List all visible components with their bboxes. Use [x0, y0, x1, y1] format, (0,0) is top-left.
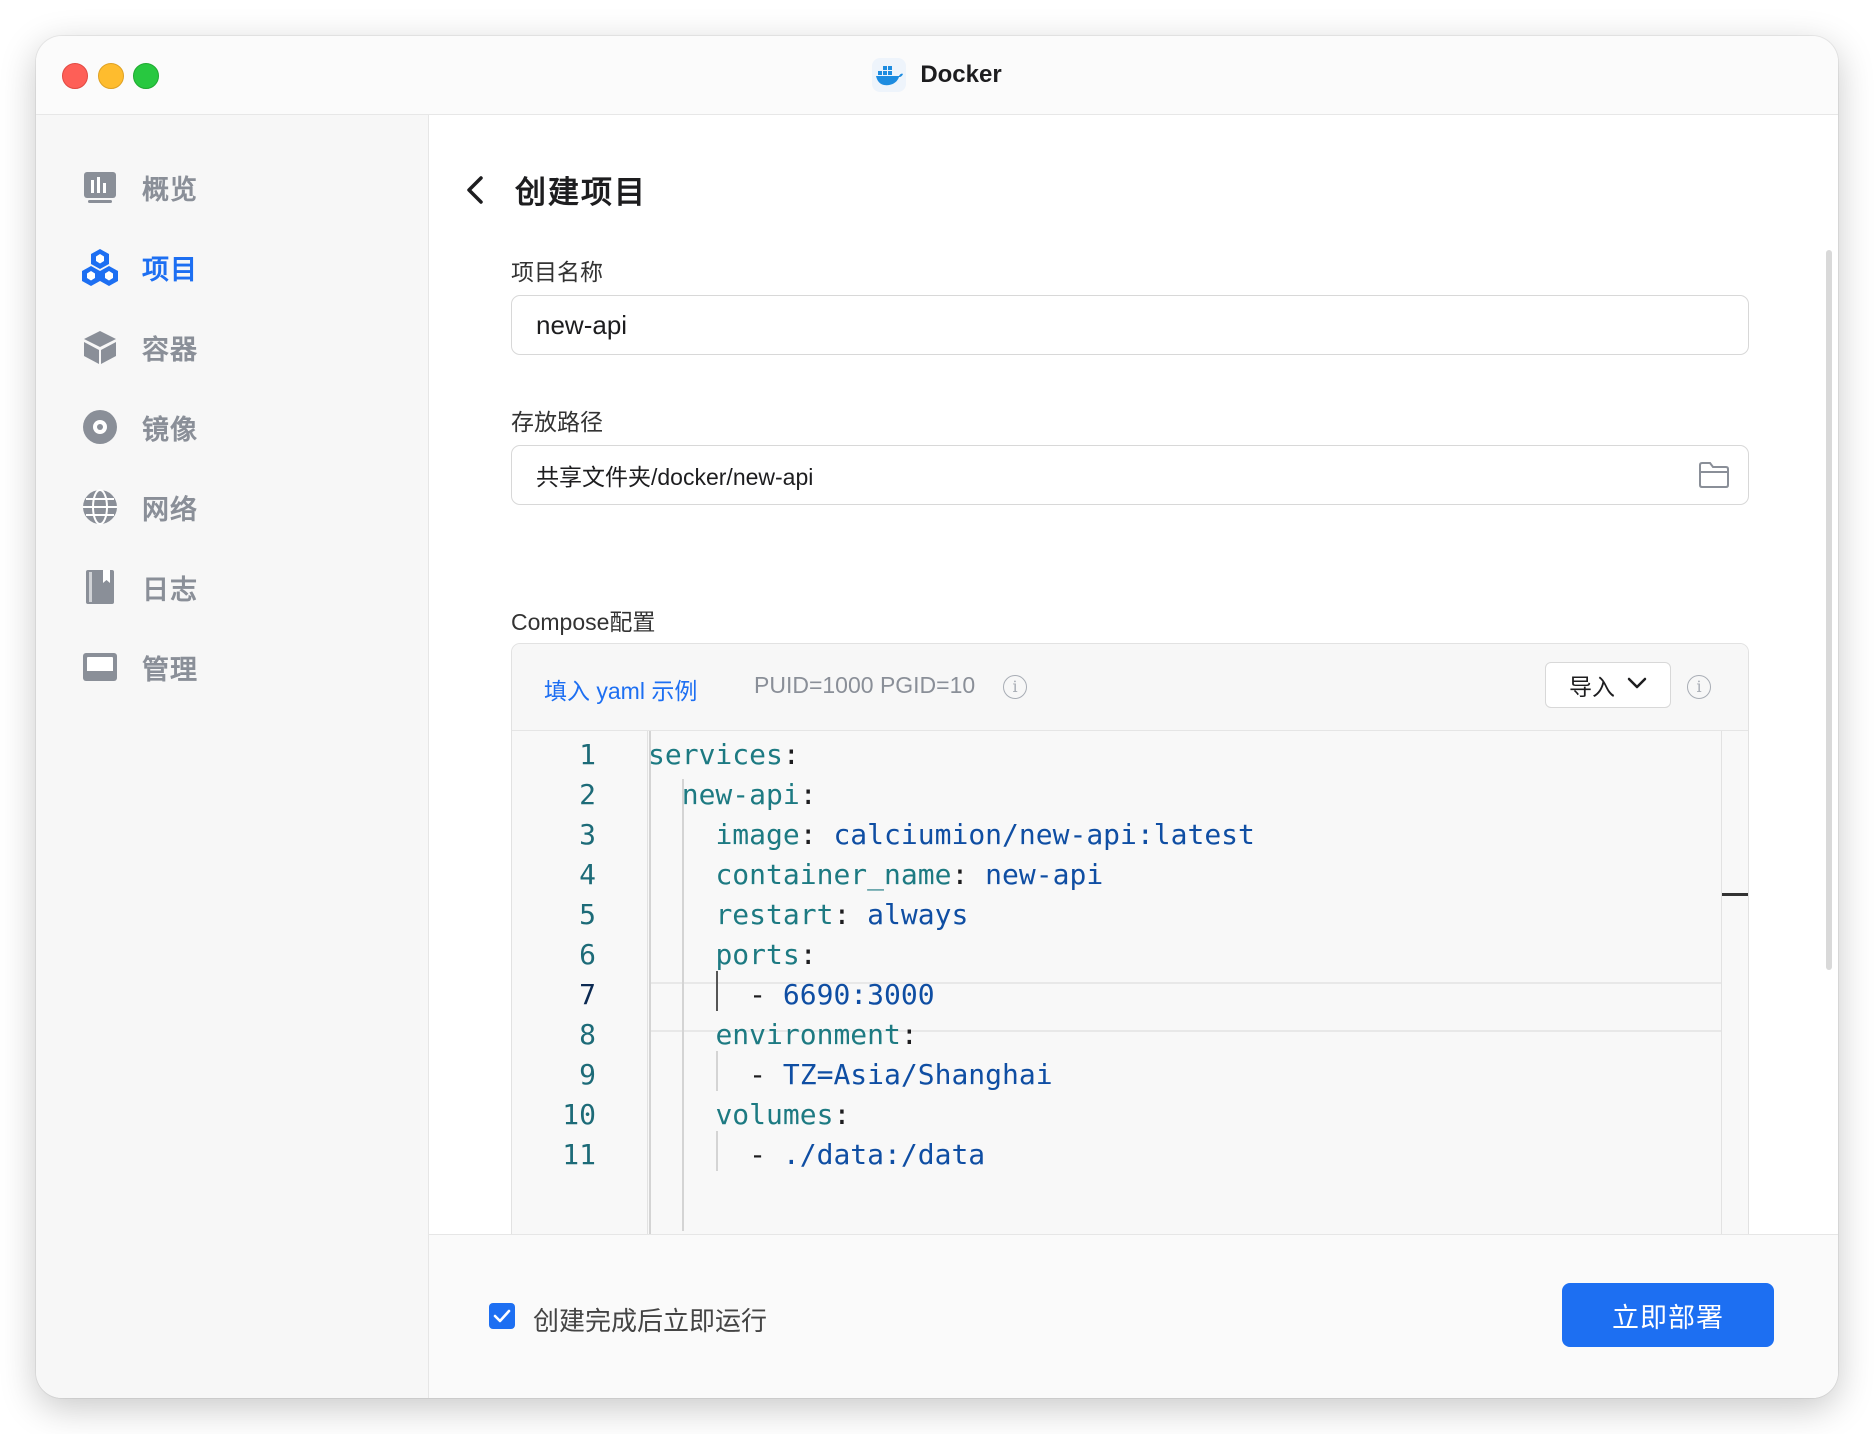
folder-icon[interactable]	[1698, 460, 1730, 490]
back-button[interactable]	[457, 172, 493, 208]
network-icon	[80, 487, 120, 527]
project-name-value: new-api	[536, 309, 628, 340]
manage-icon	[80, 647, 120, 687]
sidebar-item-label: 管理	[142, 654, 198, 685]
window-title: Docker	[36, 36, 1838, 114]
overview-icon	[80, 167, 120, 207]
image-icon	[80, 407, 120, 447]
sidebar-item-overview[interactable]: 概览	[80, 159, 380, 215]
title-bar: Docker	[36, 36, 1838, 115]
sidebar-item-manage[interactable]: 管理	[80, 639, 380, 695]
import-dropdown-button[interactable]: 导入	[1545, 662, 1671, 708]
storage-path-input[interactable]: 共享文件夹/docker/new-api	[511, 445, 1749, 505]
sidebar-item-label: 日志	[142, 574, 198, 605]
sidebar: 概览 项目 容器 镜像 网络 日志 管理	[36, 115, 429, 1398]
sidebar-item-label: 项目	[142, 254, 198, 285]
run-after-create-checkbox[interactable]	[489, 1303, 515, 1329]
docker-logo-icon	[872, 58, 907, 92]
app-name: Docker	[920, 61, 1002, 88]
code-line: 11 - ./data:/data	[562, 1138, 986, 1171]
container-icon	[80, 327, 120, 367]
compose-config-label: Compose配置	[511, 609, 656, 635]
footer-bar: 创建完成后立即运行 立即部署	[429, 1234, 1838, 1398]
docker-window: Docker 概览 项目 容器 镜像 网络 日志 管理 创建项目 项目名称 ne…	[36, 36, 1838, 1398]
puid-pgid-hint: PUID=1000 PGID=10	[754, 672, 976, 698]
fill-yaml-example-link[interactable]: 填入 yaml 示例	[544, 672, 697, 706]
page-header: 创建项目	[457, 167, 647, 212]
project-icon	[80, 247, 120, 287]
sidebar-item-log[interactable]: 日志	[80, 559, 380, 615]
project-name-label: 项目名称	[511, 259, 603, 285]
log-icon	[80, 567, 120, 607]
editor-toolbar: 填入 yaml 示例 PUID=1000 PGID=10 导入	[512, 644, 1748, 731]
sidebar-item-container[interactable]: 容器	[80, 319, 380, 375]
page-title: 创建项目	[515, 175, 647, 210]
import-label: 导入	[1569, 674, 1615, 700]
project-name-input[interactable]: new-api	[511, 295, 1749, 355]
sidebar-item-project[interactable]: 项目	[80, 239, 380, 295]
deploy-now-button[interactable]: 立即部署	[1562, 1283, 1774, 1347]
chevron-down-icon	[1627, 676, 1647, 695]
sidebar-item-label: 容器	[142, 334, 198, 365]
sidebar-item-label: 镜像	[142, 414, 198, 445]
storage-path-label: 存放路径	[511, 409, 603, 435]
import-info-icon[interactable]	[1687, 675, 1711, 699]
main-scrollbar[interactable]	[1826, 250, 1832, 970]
sidebar-item-network[interactable]: 网络	[80, 479, 380, 535]
sidebar-item-label: 网络	[142, 494, 198, 525]
run-after-create-label[interactable]: 创建完成后立即运行	[533, 1301, 767, 1338]
storage-path-value: 共享文件夹/docker/new-api	[536, 464, 814, 490]
sidebar-item-label: 概览	[142, 174, 198, 205]
sidebar-item-image[interactable]: 镜像	[80, 399, 380, 455]
minimap-cursor-marker	[1722, 893, 1748, 896]
info-icon[interactable]	[1003, 675, 1027, 699]
main-content: 创建项目 项目名称 new-api 存放路径 共享文件夹/docker/new-…	[429, 115, 1838, 1398]
